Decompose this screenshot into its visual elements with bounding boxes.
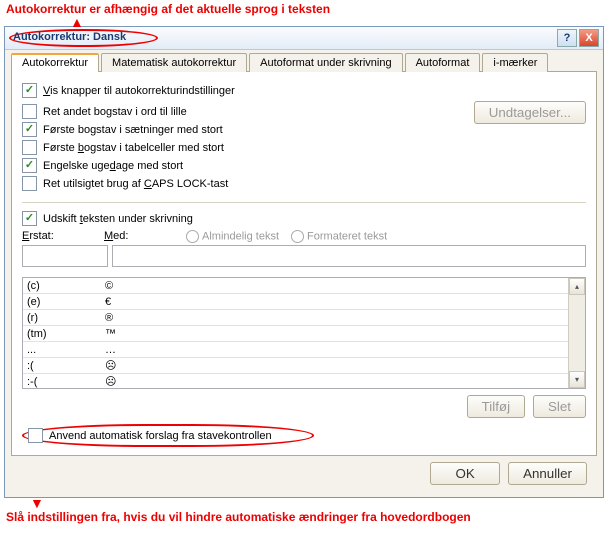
tab-panel: Vis knapper til autokorrekturindstilling…: [11, 72, 597, 456]
close-button[interactable]: X: [579, 29, 599, 47]
annotation-bottom: Slå indstillingen fra, hvis du vil hindr…: [0, 508, 608, 526]
replace-table[interactable]: (c)© (e)€ (r)® (tm)™ ...… :(☹ :-(☹ ▴ ▾: [22, 277, 586, 389]
cb-table-cap-label: Første bogstav i tabelceller med stort: [43, 142, 224, 154]
cb-second-letter-label: Ret andet bogstav i ord til lille: [43, 106, 187, 118]
radio-formatted: Formateret tekst: [291, 230, 387, 243]
radio-plain: Almindelig tekst: [186, 230, 279, 243]
autocorrect-dialog: Autokorrektur: Dansk ? X Autokorrektur M…: [4, 26, 604, 498]
cb-show-buttons-label: Vis knapper til autokorrekturindstilling…: [43, 85, 235, 97]
cb-spellcheck-suggest[interactable]: [28, 428, 43, 443]
with-input[interactable]: [112, 245, 586, 267]
add-button[interactable]: Tilføj: [467, 395, 525, 418]
cb-replace-typing-label: Udskift teksten under skrivning: [43, 213, 193, 225]
cb-second-letter[interactable]: [22, 104, 37, 119]
table-row: (e)€: [23, 294, 568, 310]
delete-button[interactable]: Slet: [533, 395, 586, 418]
replace-label: Erstat:: [22, 230, 92, 243]
table-row: (r)®: [23, 310, 568, 326]
scrollbar[interactable]: ▴ ▾: [568, 278, 585, 388]
tab-strip: Autokorrektur Matematisk autokorrektur A…: [11, 52, 597, 72]
tab-autokorrektur[interactable]: Autokorrektur: [11, 53, 99, 72]
dialog-title: Autokorrektur: Dansk: [9, 29, 158, 47]
radio-plain-icon: [186, 230, 199, 243]
exceptions-button[interactable]: Undtagelser...: [474, 101, 586, 124]
with-label: Med:: [104, 230, 174, 243]
table-row: (c)©: [23, 278, 568, 294]
cb-spellcheck-suggest-label: Anvend automatisk forslag fra stavekontr…: [49, 430, 272, 442]
replace-input[interactable]: [22, 245, 108, 267]
cb-show-buttons[interactable]: [22, 83, 37, 98]
cb-replace-typing[interactable]: [22, 211, 37, 226]
cb-sentence-cap[interactable]: [22, 122, 37, 137]
scroll-up-icon[interactable]: ▴: [569, 278, 585, 295]
table-row: :(☹: [23, 358, 568, 374]
scroll-down-icon[interactable]: ▾: [569, 371, 585, 388]
arrow-up-icon: ▼: [0, 498, 608, 508]
ok-button[interactable]: OK: [430, 462, 500, 485]
cb-weekdays-label: Engelske ugedage med stort: [43, 160, 183, 172]
cb-weekdays[interactable]: [22, 158, 37, 173]
tab-autoformat[interactable]: Autoformat: [405, 53, 481, 72]
tab-smarttags[interactable]: i-mærker: [482, 53, 548, 72]
help-button[interactable]: ?: [557, 29, 577, 47]
table-row: ...…: [23, 342, 568, 358]
radio-formatted-icon: [291, 230, 304, 243]
arrow-down-icon: ▲: [0, 18, 608, 26]
table-row: (tm)™: [23, 326, 568, 342]
tab-autoformat-typing[interactable]: Autoformat under skrivning: [249, 53, 402, 72]
cb-sentence-cap-label: Første bogstav i sætninger med stort: [43, 124, 223, 136]
tab-math[interactable]: Matematisk autokorrektur: [101, 53, 247, 72]
cb-table-cap[interactable]: [22, 140, 37, 155]
cancel-button[interactable]: Annuller: [508, 462, 587, 485]
titlebar: Autokorrektur: Dansk ? X: [5, 27, 603, 50]
table-row: :-(☹: [23, 374, 568, 388]
cb-capslock-label: Ret utilsigtet brug af CAPS LOCK-tast: [43, 178, 228, 190]
annotation-top: Autokorrektur er afhængig af det aktuell…: [0, 0, 608, 18]
cb-capslock[interactable]: [22, 176, 37, 191]
